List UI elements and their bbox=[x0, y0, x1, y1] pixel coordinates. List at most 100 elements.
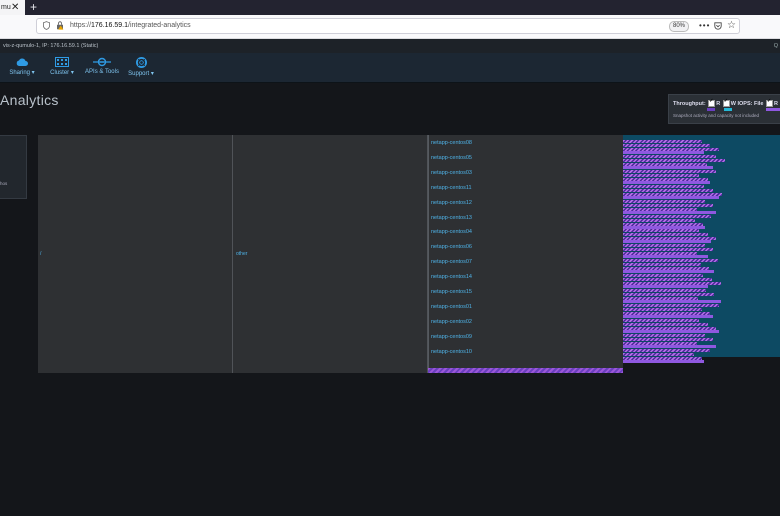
nav-apis-label: APIs & Tools bbox=[85, 69, 119, 75]
read-bar bbox=[623, 303, 720, 307]
host-link-netapp-centos12[interactable]: netapp-centos12 bbox=[431, 200, 472, 206]
host-link-netapp-centos13[interactable]: netapp-centos13 bbox=[431, 215, 472, 221]
tab-title: mu bbox=[1, 4, 11, 11]
host-link-netapp-centos09[interactable]: netapp-centos09 bbox=[431, 334, 472, 340]
host-info: vis-z-qumulo-1, IP: 176.16.59.1 (Static) bbox=[3, 43, 99, 49]
read-bar bbox=[623, 278, 712, 282]
address-bar[interactable]: https://176.16.59.1/integrated-analytics… bbox=[36, 18, 740, 34]
bookmark-star-icon[interactable]: ☆ bbox=[727, 19, 736, 33]
new-tab-icon[interactable]: + bbox=[30, 0, 37, 15]
status-right-text: Q bbox=[773, 43, 778, 49]
host-link-netapp-centos03[interactable]: netapp-centos03 bbox=[431, 170, 472, 176]
write-bar bbox=[623, 165, 713, 169]
iops-label: IOPS: bbox=[737, 100, 753, 107]
host-link-netapp-centos08[interactable]: netapp-centos08 bbox=[431, 140, 472, 146]
read-bar bbox=[623, 154, 717, 158]
more-actions-icon[interactable]: ••• bbox=[699, 19, 710, 33]
read-bar bbox=[623, 218, 696, 222]
api-icon bbox=[93, 57, 111, 67]
write-bar bbox=[623, 314, 713, 318]
browser-toolbar: https://176.16.59.1/integrated-analytics… bbox=[0, 15, 780, 39]
read-bar bbox=[623, 144, 711, 147]
path-column-root[interactable]: / bbox=[38, 135, 233, 373]
read-bar bbox=[623, 173, 700, 177]
read-bar bbox=[623, 203, 713, 207]
throughput-label: Throughput: bbox=[673, 100, 706, 107]
read-bar bbox=[623, 158, 726, 162]
nav-cluster[interactable]: Cluster ▾ bbox=[48, 57, 76, 76]
browser-tab[interactable]: mu ✕ bbox=[0, 0, 25, 15]
write-bar bbox=[623, 240, 712, 244]
host-link-netapp-centos11[interactable]: netapp-centos11 bbox=[431, 185, 472, 191]
iops-read-checkbox[interactable] bbox=[766, 98, 773, 107]
read-label: R bbox=[716, 100, 721, 107]
nav-apis-tools[interactable]: APIs & Tools bbox=[84, 57, 120, 75]
close-icon[interactable]: ✕ bbox=[11, 0, 19, 15]
throughput-bars-panel bbox=[623, 135, 780, 363]
write-bar bbox=[623, 225, 706, 229]
cluster-icon bbox=[55, 57, 69, 67]
write-bar bbox=[623, 344, 716, 348]
write-bar bbox=[623, 270, 715, 274]
other-path-label[interactable]: other bbox=[236, 251, 247, 257]
write-bar bbox=[623, 151, 704, 154]
read-bar bbox=[623, 263, 701, 267]
read-bar bbox=[623, 229, 700, 233]
throughput-legend: Throughput: R W IOPS: File R Snapshot ac… bbox=[668, 94, 780, 124]
nav-support[interactable]: Support ▾ bbox=[126, 57, 156, 77]
legend-row: Throughput: R W IOPS: File R bbox=[673, 98, 778, 107]
zoom-level[interactable]: 80% bbox=[669, 21, 689, 32]
read-bar bbox=[623, 337, 713, 341]
host-link-netapp-centos02[interactable]: netapp-centos02 bbox=[431, 319, 472, 325]
host-link-netapp-centos01[interactable]: netapp-centos01 bbox=[431, 304, 472, 310]
host-link-netapp-centos15[interactable]: netapp-centos15 bbox=[431, 289, 472, 295]
lifebuoy-icon bbox=[135, 57, 147, 68]
read-bar bbox=[623, 322, 708, 326]
legend-note: Snapshot activity and capacity not inclu… bbox=[673, 113, 760, 118]
browser-tab-bar: mu ✕ + bbox=[0, 0, 780, 15]
root-path-label[interactable]: / bbox=[40, 251, 41, 257]
nav-sharing-label: Sharing ▾ bbox=[9, 70, 35, 76]
path-column-other[interactable]: other bbox=[233, 135, 428, 373]
file-label: File bbox=[753, 100, 764, 107]
nav-support-label: Support ▾ bbox=[128, 71, 154, 77]
write-bar bbox=[623, 180, 710, 184]
write-bar bbox=[623, 285, 709, 289]
host-link-netapp-centos07[interactable]: netapp-centos07 bbox=[431, 259, 472, 265]
read-bar bbox=[623, 274, 704, 278]
read-bar bbox=[623, 248, 713, 252]
host-link-netapp-centos14[interactable]: netapp-centos14 bbox=[431, 274, 472, 280]
pocket-icon[interactable] bbox=[714, 22, 722, 30]
read-bar bbox=[623, 348, 710, 352]
read-bar bbox=[623, 188, 714, 192]
shield-icon[interactable] bbox=[43, 21, 50, 30]
hosts-side-panel[interactable]: hos bbox=[0, 135, 27, 199]
read-bar bbox=[623, 184, 705, 188]
host-link-netapp-centos05[interactable]: netapp-centos05 bbox=[431, 155, 472, 161]
column-total-bar bbox=[428, 368, 623, 373]
nav-sharing[interactable]: Sharing ▾ bbox=[8, 57, 36, 76]
read-bar bbox=[623, 199, 705, 203]
read-checkbox[interactable] bbox=[708, 98, 716, 107]
legend-swatch-write bbox=[724, 108, 732, 111]
iops-r-label: R bbox=[774, 100, 778, 107]
side-panel-text: hos bbox=[0, 181, 8, 186]
host-link-netapp-centos10[interactable]: netapp-centos10 bbox=[431, 349, 472, 355]
host-link-netapp-centos04[interactable]: netapp-centos04 bbox=[431, 229, 472, 235]
column-divider bbox=[428, 135, 429, 373]
read-bar bbox=[623, 318, 700, 322]
write-bar bbox=[623, 329, 720, 333]
read-bar bbox=[623, 259, 718, 263]
lock-warning-icon[interactable] bbox=[56, 21, 64, 30]
host-link-netapp-centos06[interactable]: netapp-centos06 bbox=[431, 244, 472, 250]
url-text[interactable]: https://176.16.59.1/integrated-analytics bbox=[70, 19, 191, 33]
read-bar bbox=[623, 352, 695, 356]
read-bar bbox=[623, 233, 708, 237]
read-bar bbox=[623, 293, 715, 296]
write-bar bbox=[623, 300, 721, 303]
write-checkbox[interactable] bbox=[722, 98, 730, 107]
write-bar bbox=[623, 195, 720, 199]
cluster-status-bar: vis-z-qumulo-1, IP: 176.16.59.1 (Static)… bbox=[0, 39, 780, 53]
app-nav: Sharing ▾ Cluster ▾ APIs & Tools Support… bbox=[0, 53, 780, 83]
nav-cluster-label: Cluster ▾ bbox=[50, 70, 74, 76]
